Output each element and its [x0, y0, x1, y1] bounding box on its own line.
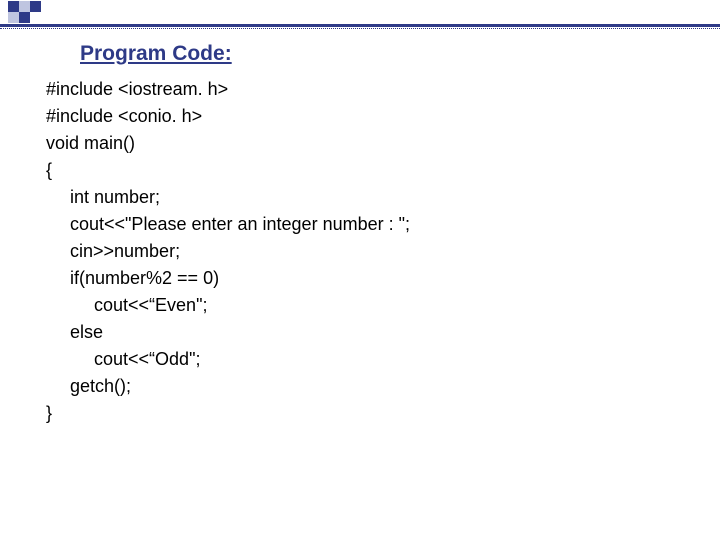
slide-content: Program Code: #include <iostream. h>#inc… [46, 42, 690, 427]
page-title: Program Code: [80, 42, 690, 66]
slide-top-bar [0, 0, 720, 24]
code-line: #include <iostream. h> [46, 76, 690, 103]
code-line: int number; [46, 184, 690, 211]
code-line: getch(); [46, 373, 690, 400]
horizontal-rule-dotted [0, 28, 720, 29]
code-line: void main() [46, 130, 690, 157]
accent-squares [8, 1, 58, 23]
horizontal-rule-thick [0, 24, 720, 27]
code-block: #include <iostream. h>#include <conio. h… [46, 76, 690, 427]
code-line: #include <conio. h> [46, 103, 690, 130]
code-line: } [46, 400, 690, 427]
code-line: cout<<“Odd"; [46, 346, 690, 373]
code-line: cout<<"Please enter an integer number : … [46, 211, 690, 238]
code-line: else [46, 319, 690, 346]
code-line: if(number%2 == 0) [46, 265, 690, 292]
code-line: cout<<“Even"; [46, 292, 690, 319]
code-line: { [46, 157, 690, 184]
code-line: cin>>number; [46, 238, 690, 265]
